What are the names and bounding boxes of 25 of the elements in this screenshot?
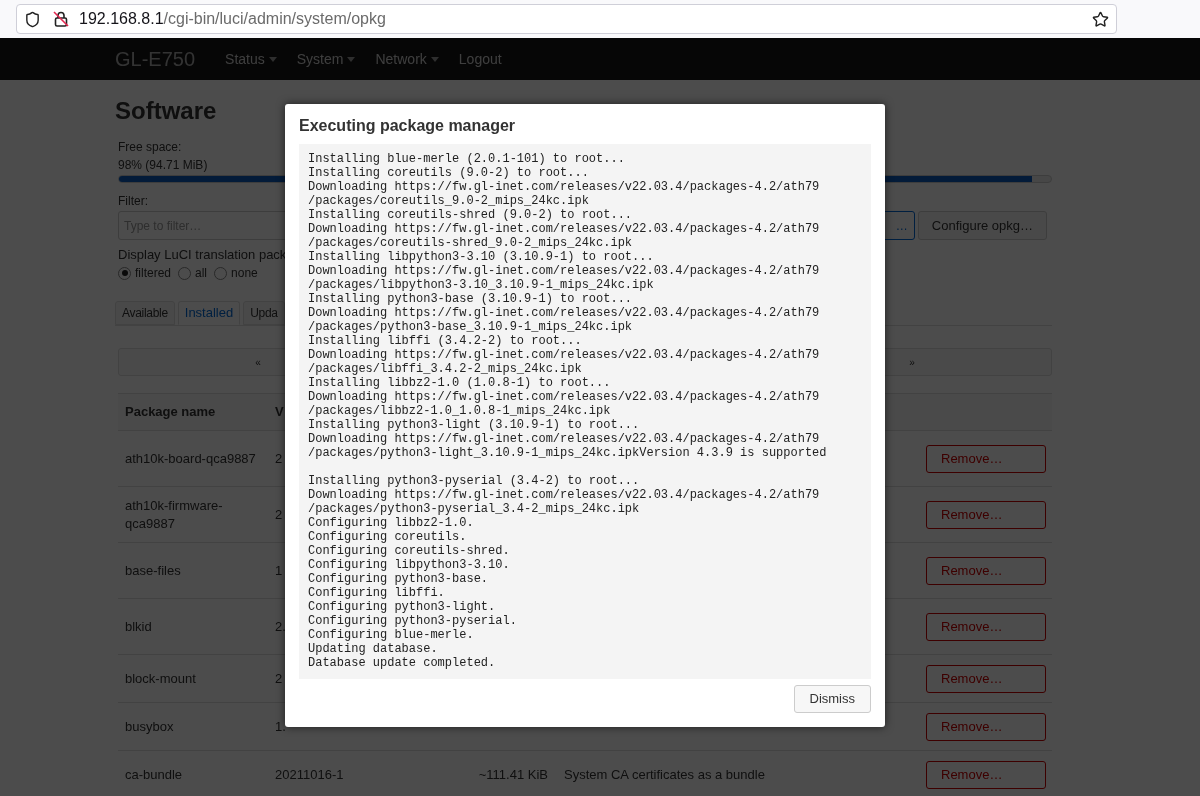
table-cell: ~111.41 KiB (478, 766, 548, 782)
table-cell-text: block-mount (124, 669, 197, 688)
table-cell: 20211016-1 (275, 766, 344, 782)
free-space-reading: 98% (94.71 MiB) (118, 157, 208, 174)
table-cell-text: blkid (124, 617, 153, 636)
log-output: Installing blue-merle (2.0.1-101) to root... Installing coreutils (9.0-2) to root... Downloading https://fw.gl-inet.com/releases/v22.03.4/packages-4.2/ath79 /packages/coreutils_9.0-2_mips_24kc.ipk Installing coreutils-shred (9.0-2) to root... Downloading https://fw.gl-inet.com/releases/v22.03.4/packages-4.2/ath79 /packages/coreutils-shred_9.0-2_mips_24kc.ipk Installing libpython3-3.10 (3.10.9-1) to root... Downloading https://fw.gl-inet.com/releases/v22.03.4/packages-4.2/ath79 /packages/libpython3-3.10_3.10.9-1_mips_24kc.ipk Installing python3-base (3.10.9-1) to root... Downloading https://fw.gl-inet.com/releases/v22.03.4/packages-4.2/ath79 /packages/python3-base_3.10.9-1_mips_24kc.ipk Installing libffi (3.4.2-2) to root... Downloading https://fw.gl-inet.com/releases/v22.03.4/packages-4.2/ath79 /packages/libffi_3.4.2-2_mips_24kc.ipk Installing libbz2-1.0 (1.0.8-1) to root... Downloading https://fw.gl-inet.com/releases/v22.03.4/packages-4.2/ath79 /packages/libbz2-1.0_1.0.8-1_mips_24kc.ipk Installing python3-light (3.10.9-1) to root... Downloading https://fw.gl-inet.com/releases/v22.03.4/packages-4.2/ath79 /packages/python3-light_3.10.9-1_mips_24kc.ipkVersion 4.3.9 is supported Installing python3-pyserial (3.4-2) to root... Downloading https://fw.gl-inet.com/releases/v22.03.4/packages-4.2/ath79 /packages/python3-pyserial_3.4-2_mips_24kc.ipk Configuring libbz2-1.0. Configuring coreutils. Configuring coreutils-shred. Configuring libpython3-3.10. Configuring python3-base. Configuring libffi. Configuring python3-light. Configuring python3-pyserial. Configuring blue-merle. Updating database. Database update completed. (299, 144, 871, 679)
table-cell: 2. (275, 618, 286, 634)
table-cell: 2 (275, 670, 283, 686)
table-cell-text: ca-bundle (124, 765, 184, 784)
column-header: V (274, 403, 285, 422)
translation-label: Display LuCI translation pack (118, 246, 287, 264)
table-cell: 2 (275, 450, 283, 466)
page-title: Software (115, 96, 218, 126)
filter-label: Filter: (118, 193, 148, 210)
table-cell-text: ath10k-firmware-qca9887 (124, 496, 224, 533)
table-cell-text: ath10k-board-qca9887 (124, 449, 257, 468)
table-cell-text: base-files (124, 561, 182, 580)
table-cell-text: busybox (124, 717, 175, 736)
table-cell: 1. (275, 718, 286, 734)
column-header: Package name (124, 403, 217, 422)
table-cell: System CA certificates as a bundle (564, 766, 765, 782)
free-space-label: Free space: (118, 139, 182, 156)
dialog-title: Executing package manager (299, 116, 517, 136)
table-cell: 1 (275, 562, 283, 578)
table-cell: 2 (275, 506, 283, 522)
